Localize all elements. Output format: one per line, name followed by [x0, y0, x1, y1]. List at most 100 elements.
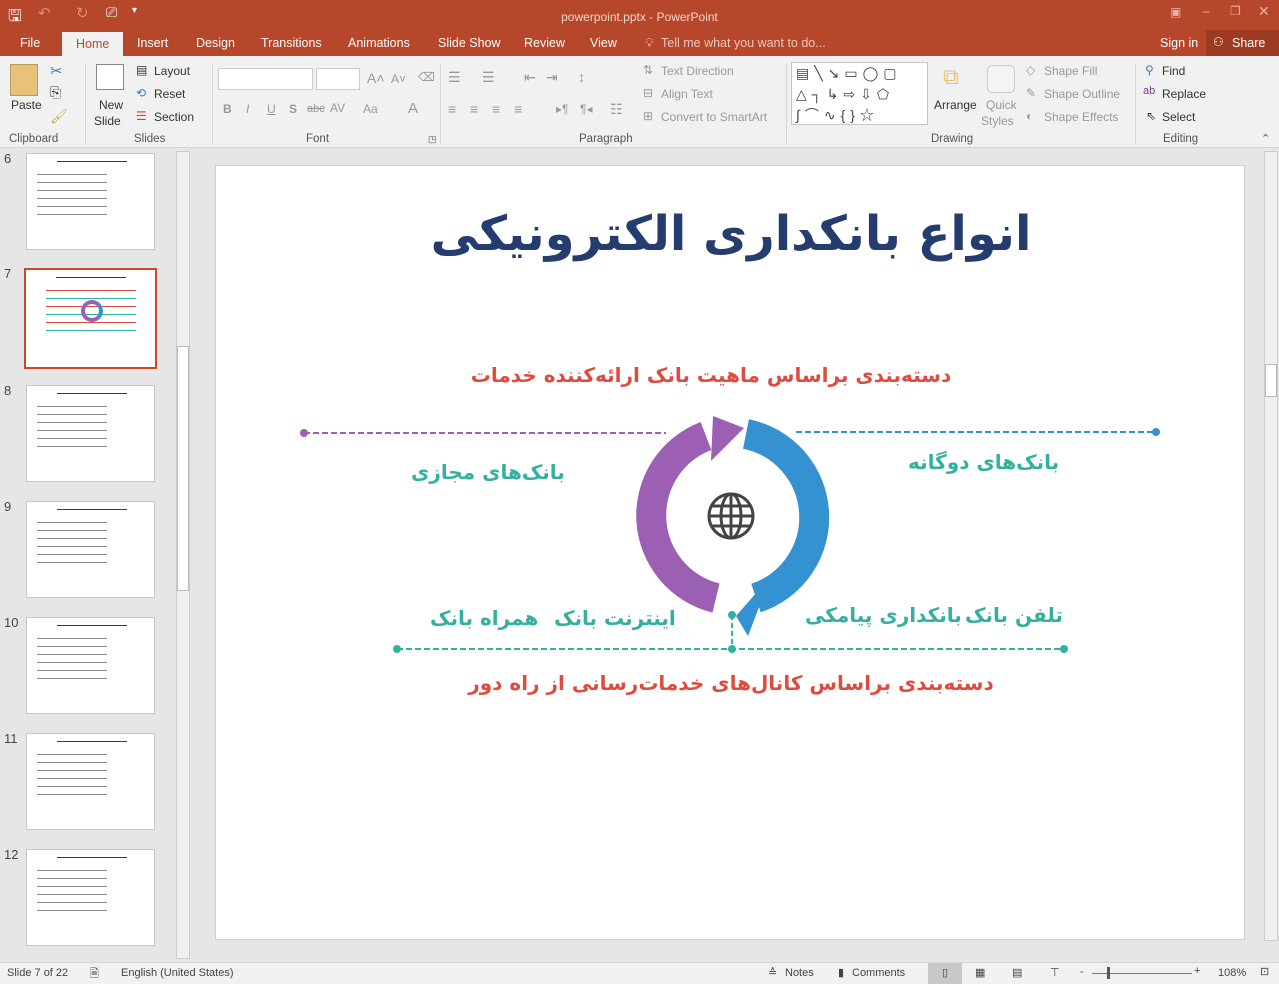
clear-formatting-icon[interactable]: ⌫ [418, 70, 435, 84]
language-indicator[interactable]: English (United States) [121, 967, 234, 979]
line-spacing-icon[interactable]: ↕ [578, 69, 585, 85]
slide-scroll-thumb[interactable] [1265, 364, 1277, 397]
grow-font-icon[interactable]: A˄ [367, 70, 385, 86]
justify-icon[interactable]: ≡ [514, 101, 522, 117]
tell-me-box[interactable]: Tell me what you want to do... [661, 36, 826, 50]
align-left-icon[interactable]: ≡ [448, 101, 456, 117]
slide-thumbnail[interactable] [24, 268, 157, 369]
new-slide-label-2[interactable]: Slide [94, 114, 121, 128]
italic-button[interactable]: I [246, 102, 249, 116]
bold-button[interactable]: B [223, 102, 232, 116]
slide-canvas[interactable]: انواع بانکداری الکترونیکی دسته‌بندی براس… [215, 165, 1245, 940]
slide-sorter-icon[interactable]: ▦ [975, 966, 985, 979]
minimize-icon[interactable]: – [1203, 4, 1210, 18]
strikethrough-button[interactable]: abc [307, 103, 325, 115]
quick-styles-icon[interactable] [987, 65, 1015, 93]
section-button[interactable]: Section [154, 110, 194, 124]
arrange-icon[interactable]: ⧉ [943, 64, 959, 90]
collapse-ribbon-icon[interactable]: ⌃ [1261, 132, 1270, 145]
slide-scrollbar[interactable] [1264, 151, 1278, 941]
increase-indent-icon[interactable]: ⇥ [546, 69, 558, 86]
zoom-in-button[interactable]: + [1194, 965, 1200, 977]
smartart-icon: ⊞ [643, 109, 654, 123]
layout-button[interactable]: Layout [154, 64, 190, 78]
reset-button[interactable]: Reset [154, 87, 185, 101]
paragraph-group-label: Paragraph [579, 133, 633, 145]
slide-thumbnail[interactable] [26, 153, 155, 250]
replace-button[interactable]: Replace [1162, 87, 1206, 101]
tab-insert[interactable]: Insert [137, 36, 168, 50]
status-bar: Slide 7 of 22 🗎︎ English (United States)… [0, 962, 1279, 984]
format-painter-icon[interactable]: 🖌︎ [50, 108, 68, 125]
font-name-box[interactable] [218, 68, 313, 90]
numbering-icon[interactable]: ☰ [482, 69, 495, 86]
share-button[interactable]: ⚇ Share [1206, 30, 1279, 56]
comments-button[interactable]: Comments [852, 967, 905, 979]
change-case-button[interactable]: Aa [363, 102, 378, 116]
rtl-icon[interactable]: ¶◂ [580, 102, 592, 116]
font-color-button[interactable]: A [408, 100, 418, 117]
close-icon[interactable]: ✕ [1258, 3, 1270, 20]
text-direction-button[interactable]: Text Direction [661, 64, 734, 78]
zoom-slider-thumb[interactable] [1106, 967, 1110, 979]
new-slide-icon[interactable] [96, 64, 124, 90]
tab-review[interactable]: Review [524, 36, 565, 50]
shadow-button[interactable]: S [289, 102, 297, 116]
shape-effects-button[interactable]: Shape Effects [1044, 110, 1119, 124]
shape-fill-button[interactable]: Shape Fill [1044, 64, 1097, 78]
tab-view[interactable]: View [590, 36, 617, 50]
restore-icon[interactable]: ❐ [1230, 4, 1241, 18]
tab-slide-show[interactable]: Slide Show [438, 36, 501, 50]
ltr-icon[interactable]: ▸¶ [556, 102, 568, 116]
quick-styles-label-1[interactable]: Quick [986, 98, 1017, 112]
editing-group-label: Editing [1163, 133, 1199, 145]
quick-styles-label-2[interactable]: Styles [981, 114, 1014, 128]
find-button[interactable]: Find [1162, 64, 1185, 78]
sign-in-link[interactable]: Sign in [1160, 36, 1198, 50]
ribbon-display-icon[interactable]: ▣ [1170, 5, 1181, 19]
slide-thumbnail[interactable] [26, 385, 155, 482]
copy-icon[interactable]: ⎘ [50, 84, 61, 101]
columns-icon[interactable]: ☷ [610, 101, 623, 118]
shapes-gallery[interactable]: ▤╲↘▭◯▢ △┐↳⇨⇩⬠ ∫⌒∿{}☆ [791, 62, 928, 125]
zoom-level[interactable]: 108% [1218, 967, 1246, 979]
normal-view-icon[interactable]: ▯ [928, 963, 962, 984]
font-size-box[interactable] [316, 68, 360, 90]
align-right-icon[interactable]: ≡ [492, 101, 500, 117]
slide-thumbnail[interactable] [26, 501, 155, 598]
underline-button[interactable]: U [267, 102, 276, 116]
shrink-font-icon[interactable]: A˅ [391, 72, 406, 86]
font-dialog-launcher-icon[interactable]: ◳ [428, 134, 437, 145]
bullets-icon[interactable]: ☰ [448, 69, 461, 86]
select-button[interactable]: Select [1162, 110, 1195, 124]
paste-button[interactable]: Paste [11, 98, 42, 112]
thumbnails-scrollbar[interactable] [176, 151, 190, 959]
reset-icon: ⟲ [136, 86, 147, 100]
paste-icon[interactable] [10, 64, 38, 96]
tab-animations[interactable]: Animations [348, 36, 410, 50]
slide-thumbnail[interactable] [26, 617, 155, 714]
cut-icon[interactable]: ✂ [50, 62, 63, 80]
arrange-button[interactable]: Arrange [934, 98, 977, 112]
convert-smartart-button[interactable]: Convert to SmartArt [661, 110, 767, 124]
zoom-out-button[interactable]: - [1080, 966, 1084, 978]
slideshow-view-icon[interactable]: ⊤ [1050, 966, 1060, 979]
character-spacing-button[interactable]: AV [330, 101, 345, 115]
spell-check-icon[interactable]: 🗎︎ [90, 965, 99, 984]
new-slide-label-1[interactable]: New [99, 98, 123, 112]
notes-button[interactable]: Notes [785, 967, 814, 979]
thumbnails-scroll-thumb[interactable] [177, 346, 189, 591]
slide-thumbnail[interactable] [26, 733, 155, 830]
decrease-indent-icon[interactable]: ⇤ [524, 69, 536, 86]
tab-transitions[interactable]: Transitions [261, 36, 322, 50]
reading-view-icon[interactable]: ▤ [1012, 966, 1022, 979]
tab-file[interactable]: File [20, 36, 40, 50]
slide-thumbnail[interactable] [26, 849, 155, 946]
align-text-button[interactable]: Align Text [661, 87, 713, 101]
align-center-icon[interactable]: ≡ [470, 101, 478, 117]
thumbnail-number: 8 [4, 383, 12, 398]
tab-design[interactable]: Design [196, 36, 235, 50]
shape-outline-button[interactable]: Shape Outline [1044, 87, 1120, 101]
tab-home[interactable]: Home [62, 32, 124, 56]
fit-to-window-icon[interactable]: ⊡ [1260, 965, 1269, 978]
